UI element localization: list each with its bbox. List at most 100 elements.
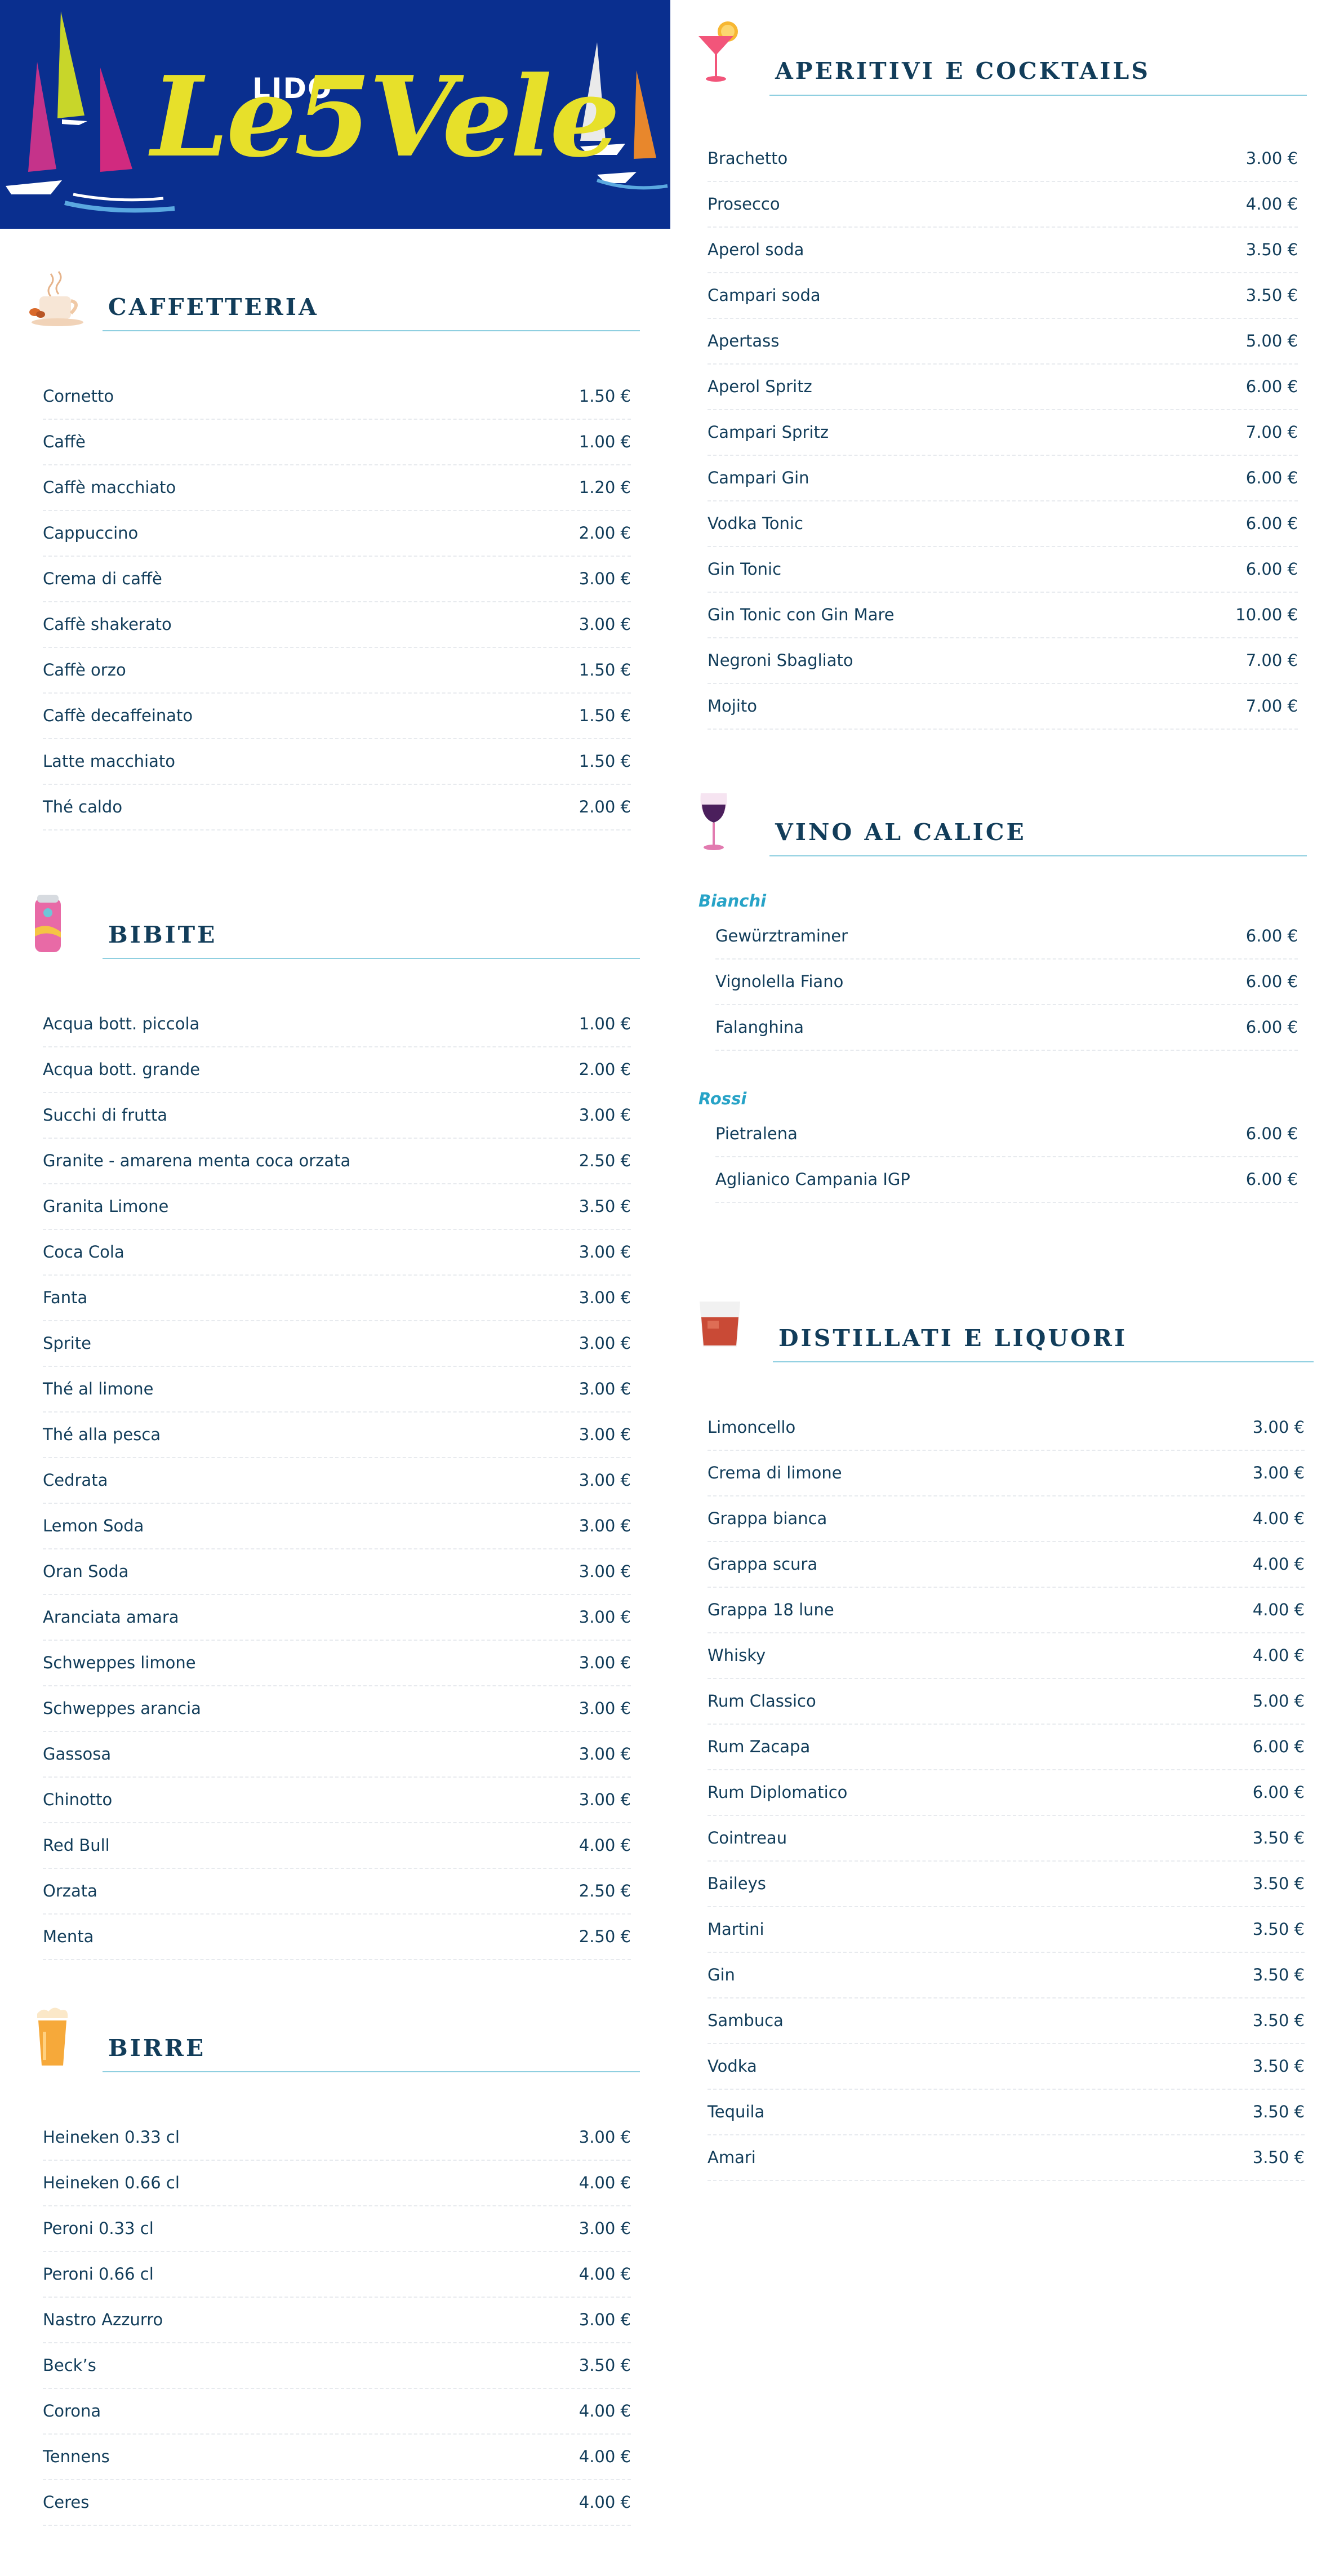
item-price: 3.00 € — [579, 615, 631, 634]
item-name: Vodka — [708, 2057, 757, 2076]
item-price: 6.00 € — [1245, 1124, 1298, 1143]
item-price: 3.00 € — [1245, 149, 1298, 168]
list-item: Acqua bott. piccola 1.00 € — [43, 1002, 631, 1047]
list-item: Chinotto 3.00 € — [43, 1778, 631, 1823]
coffee-cup-icon — [29, 271, 83, 326]
list-item: Amari 3.50 € — [708, 2135, 1305, 2181]
item-list: Acqua bott. piccola 1.00 € Acqua bott. gr… — [43, 1002, 631, 1960]
item-price: 6.00 € — [1252, 1783, 1305, 1802]
item-price: 3.00 € — [579, 1653, 631, 1672]
list-item: Fanta 3.00 € — [43, 1276, 631, 1321]
list-item: Nastro Azzurro 3.00 € — [43, 2298, 631, 2343]
wine-glass-icon — [700, 793, 727, 850]
item-list: Limoncello 3.00 € Crema di limone 3.00 € G… — [708, 1405, 1305, 2181]
left-column: LIDO Le5Vele CAFFETTERIA Cornetto 1.50 € … — [0, 0, 670, 2526]
list-item: Orzata 2.50 € — [43, 1869, 631, 1915]
item-price: 3.00 € — [579, 1562, 631, 1581]
list-item: Menta 2.50 € — [43, 1915, 631, 1960]
list-item: Vodka Tonic 6.00 € — [708, 501, 1298, 547]
item-name: Thé caldo — [43, 797, 123, 816]
section-title: CAFFETTERIA — [108, 294, 319, 321]
list-item: Heineken 0.66 cl 4.00 € — [43, 2161, 631, 2206]
list-item: Oran Soda 3.00 € — [43, 1549, 631, 1595]
item-name: Ceres — [43, 2493, 90, 2512]
item-price: 2.00 € — [579, 1060, 631, 1079]
item-price: 3.00 € — [579, 1699, 631, 1718]
item-name: Prosecco — [708, 194, 780, 214]
item-price: 1.20 € — [579, 478, 631, 497]
item-name: Pietralena — [715, 1124, 798, 1143]
item-price: 3.00 € — [579, 1379, 631, 1398]
list-item: Schweppes limone 3.00 € — [43, 1641, 631, 1686]
list-item: Sprite 3.00 € — [43, 1321, 631, 1367]
item-price: 3.50 € — [579, 2356, 631, 2375]
list-item: Granita Limone 3.50 € — [43, 1184, 631, 1230]
soda-can-icon — [35, 895, 61, 952]
list-item: Negroni Sbagliato 7.00 € — [708, 638, 1298, 684]
list-item: Martini 3.50 € — [708, 1907, 1305, 1953]
item-price: 7.00 € — [1245, 423, 1298, 442]
section-header: VINO AL CALICE — [693, 788, 1307, 861]
item-price: 6.00 € — [1245, 468, 1298, 487]
list-item: Caffè decaffeinato 1.50 € — [43, 694, 631, 739]
list-item: Aglianico Campania IGP 6.00 € — [715, 1157, 1298, 1203]
list-item: Acqua bott. grande 2.00 € — [43, 1047, 631, 1093]
list-item: Latte macchiato 1.50 € — [43, 739, 631, 785]
item-price: 3.00 € — [1252, 1463, 1305, 1482]
list-item: Succhi di frutta 3.00 € — [43, 1093, 631, 1139]
list-item: Beck’s 3.50 € — [43, 2343, 631, 2389]
item-name: Gassosa — [43, 1744, 112, 1764]
item-price: 4.00 € — [1252, 1646, 1305, 1665]
item-name: Cappuccino — [43, 523, 139, 543]
item-list: Gewürztraminer 6.00 € Vignolella Fiano 6.0… — [715, 914, 1298, 1051]
list-item: Schweppes arancia 3.00 € — [43, 1686, 631, 1732]
lido-logo-banner: LIDO Le5Vele — [0, 0, 670, 229]
section-divider — [103, 2071, 640, 2072]
item-price: 5.00 € — [1245, 331, 1298, 350]
list-item: Gin Tonic 6.00 € — [708, 547, 1298, 593]
item-price: 6.00 € — [1245, 926, 1298, 945]
item-price: 3.50 € — [1252, 1920, 1305, 1939]
item-price: 2.50 € — [579, 1151, 631, 1170]
list-item: Vodka 3.50 € — [708, 2044, 1305, 2090]
item-price: 6.00 € — [1245, 514, 1298, 533]
item-price: 3.50 € — [579, 1197, 631, 1216]
list-item: Heineken 0.33 cl 3.00 € — [43, 2115, 631, 2161]
list-item: Limoncello 3.00 € — [708, 1405, 1305, 1451]
section-aperitivi: APERITIVI E COCKTAILS Brachetto 3.00 € Pr… — [693, 17, 1307, 730]
list-item: Rum Zacapa 6.00 € — [708, 1725, 1305, 1770]
item-price: 3.50 € — [1245, 240, 1298, 259]
item-price: 1.00 € — [579, 432, 631, 451]
item-name: Heineken 0.66 cl — [43, 2173, 180, 2192]
item-name: Cedrata — [43, 1471, 108, 1490]
item-name: Crema di caffè — [43, 569, 162, 588]
list-item: Crema di limone 3.00 € — [708, 1451, 1305, 1496]
item-price: 3.50 € — [1245, 286, 1298, 305]
subsection-label-rossi: Rossi — [698, 1089, 747, 1108]
list-item: Tennens 4.00 € — [43, 2435, 631, 2480]
list-item: Caffè shakerato 3.00 € — [43, 602, 631, 648]
item-price: 3.50 € — [1252, 2011, 1305, 2030]
item-price: 3.00 € — [579, 1334, 631, 1353]
item-name: Tequila — [708, 2102, 765, 2121]
list-item: Peroni 0.66 cl 4.00 € — [43, 2252, 631, 2298]
item-price: 4.00 € — [579, 2447, 631, 2466]
item-name: Brachetto — [708, 149, 788, 168]
item-name: Beck’s — [43, 2356, 96, 2375]
item-price: 3.50 € — [1252, 2057, 1305, 2076]
section-title: APERITIVI E COCKTAILS — [775, 57, 1150, 85]
item-name: Caffè orzo — [43, 660, 126, 679]
item-price: 6.00 € — [1245, 1018, 1298, 1037]
section-divider — [769, 95, 1307, 96]
item-price: 1.50 € — [579, 752, 631, 771]
item-price: 6.00 € — [1245, 972, 1298, 991]
section-header: CAFFETTERIA — [26, 263, 640, 336]
item-price: 1.50 € — [579, 387, 631, 406]
list-item: Gewürztraminer 6.00 € — [715, 914, 1298, 960]
list-item: Grappa 18 lune 4.00 € — [708, 1588, 1305, 1633]
list-item: Thé alla pesca 3.00 € — [43, 1413, 631, 1458]
list-item: Aranciata amara 3.00 € — [43, 1595, 631, 1641]
item-name: Gin Tonic con Gin Mare — [708, 605, 895, 624]
item-price: 4.00 € — [1252, 1555, 1305, 1574]
item-name: Thé alla pesca — [43, 1425, 161, 1444]
